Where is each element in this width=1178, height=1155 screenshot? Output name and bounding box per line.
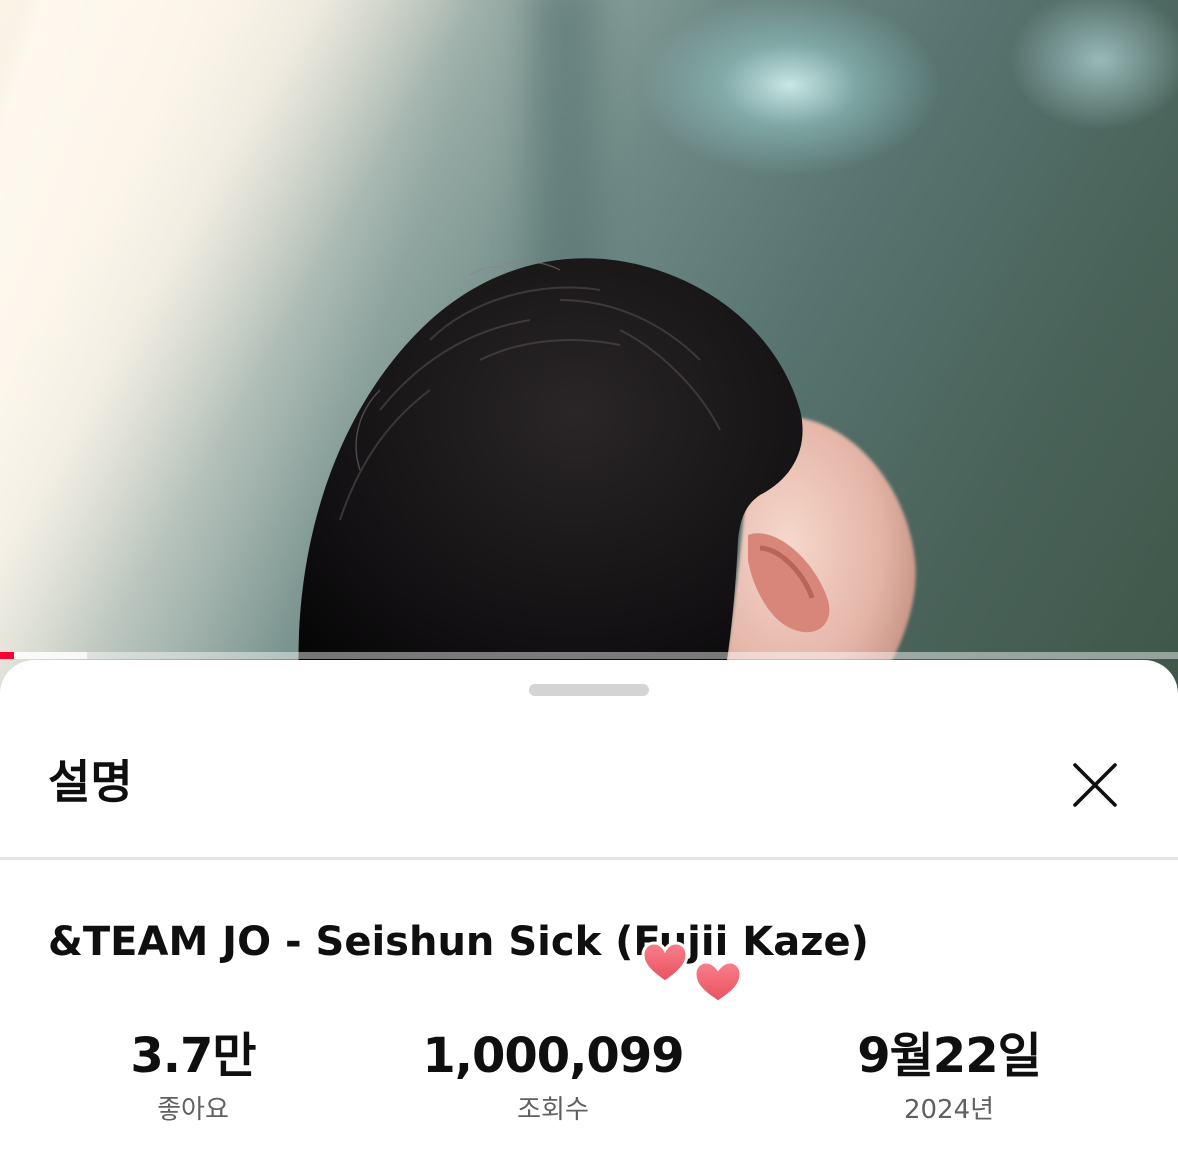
close-button[interactable]: [1066, 756, 1124, 814]
screen: 설명 &TEAM JO - Seishun Sick (Fujii Kaze) …: [0, 0, 1178, 1155]
divider: [0, 857, 1178, 860]
views-count: 1,000,099: [422, 1028, 684, 1084]
date-stat: 9월22일 2024년: [779, 1025, 1119, 1127]
heart-icon: [693, 960, 743, 1004]
description-sheet: 설명 &TEAM JO - Seishun Sick (Fujii Kaze) …: [0, 660, 1178, 1155]
close-icon: [1073, 763, 1117, 807]
video-frame-person: [298, 258, 916, 700]
likes-count: 3.7만: [130, 1028, 256, 1084]
sheet-title: 설명: [48, 755, 133, 809]
likes-stat: 3.7만 좋아요: [23, 1025, 363, 1127]
views-stat: 1,000,099 조회수: [383, 1025, 723, 1127]
heart-icon: [641, 941, 689, 984]
video-played-bar: [0, 652, 15, 659]
likes-label: 좋아요: [157, 1095, 229, 1125]
views-label: 조회수: [517, 1095, 589, 1125]
video-player[interactable]: [0, 0, 1178, 700]
sheet-drag-handle[interactable]: [529, 684, 649, 696]
video-progress-bar[interactable]: [0, 652, 1178, 659]
upload-year: 2024년: [903, 1095, 995, 1125]
upload-date: 9월22일: [857, 1028, 1042, 1084]
hearts-sticker-icon: [641, 941, 743, 1004]
